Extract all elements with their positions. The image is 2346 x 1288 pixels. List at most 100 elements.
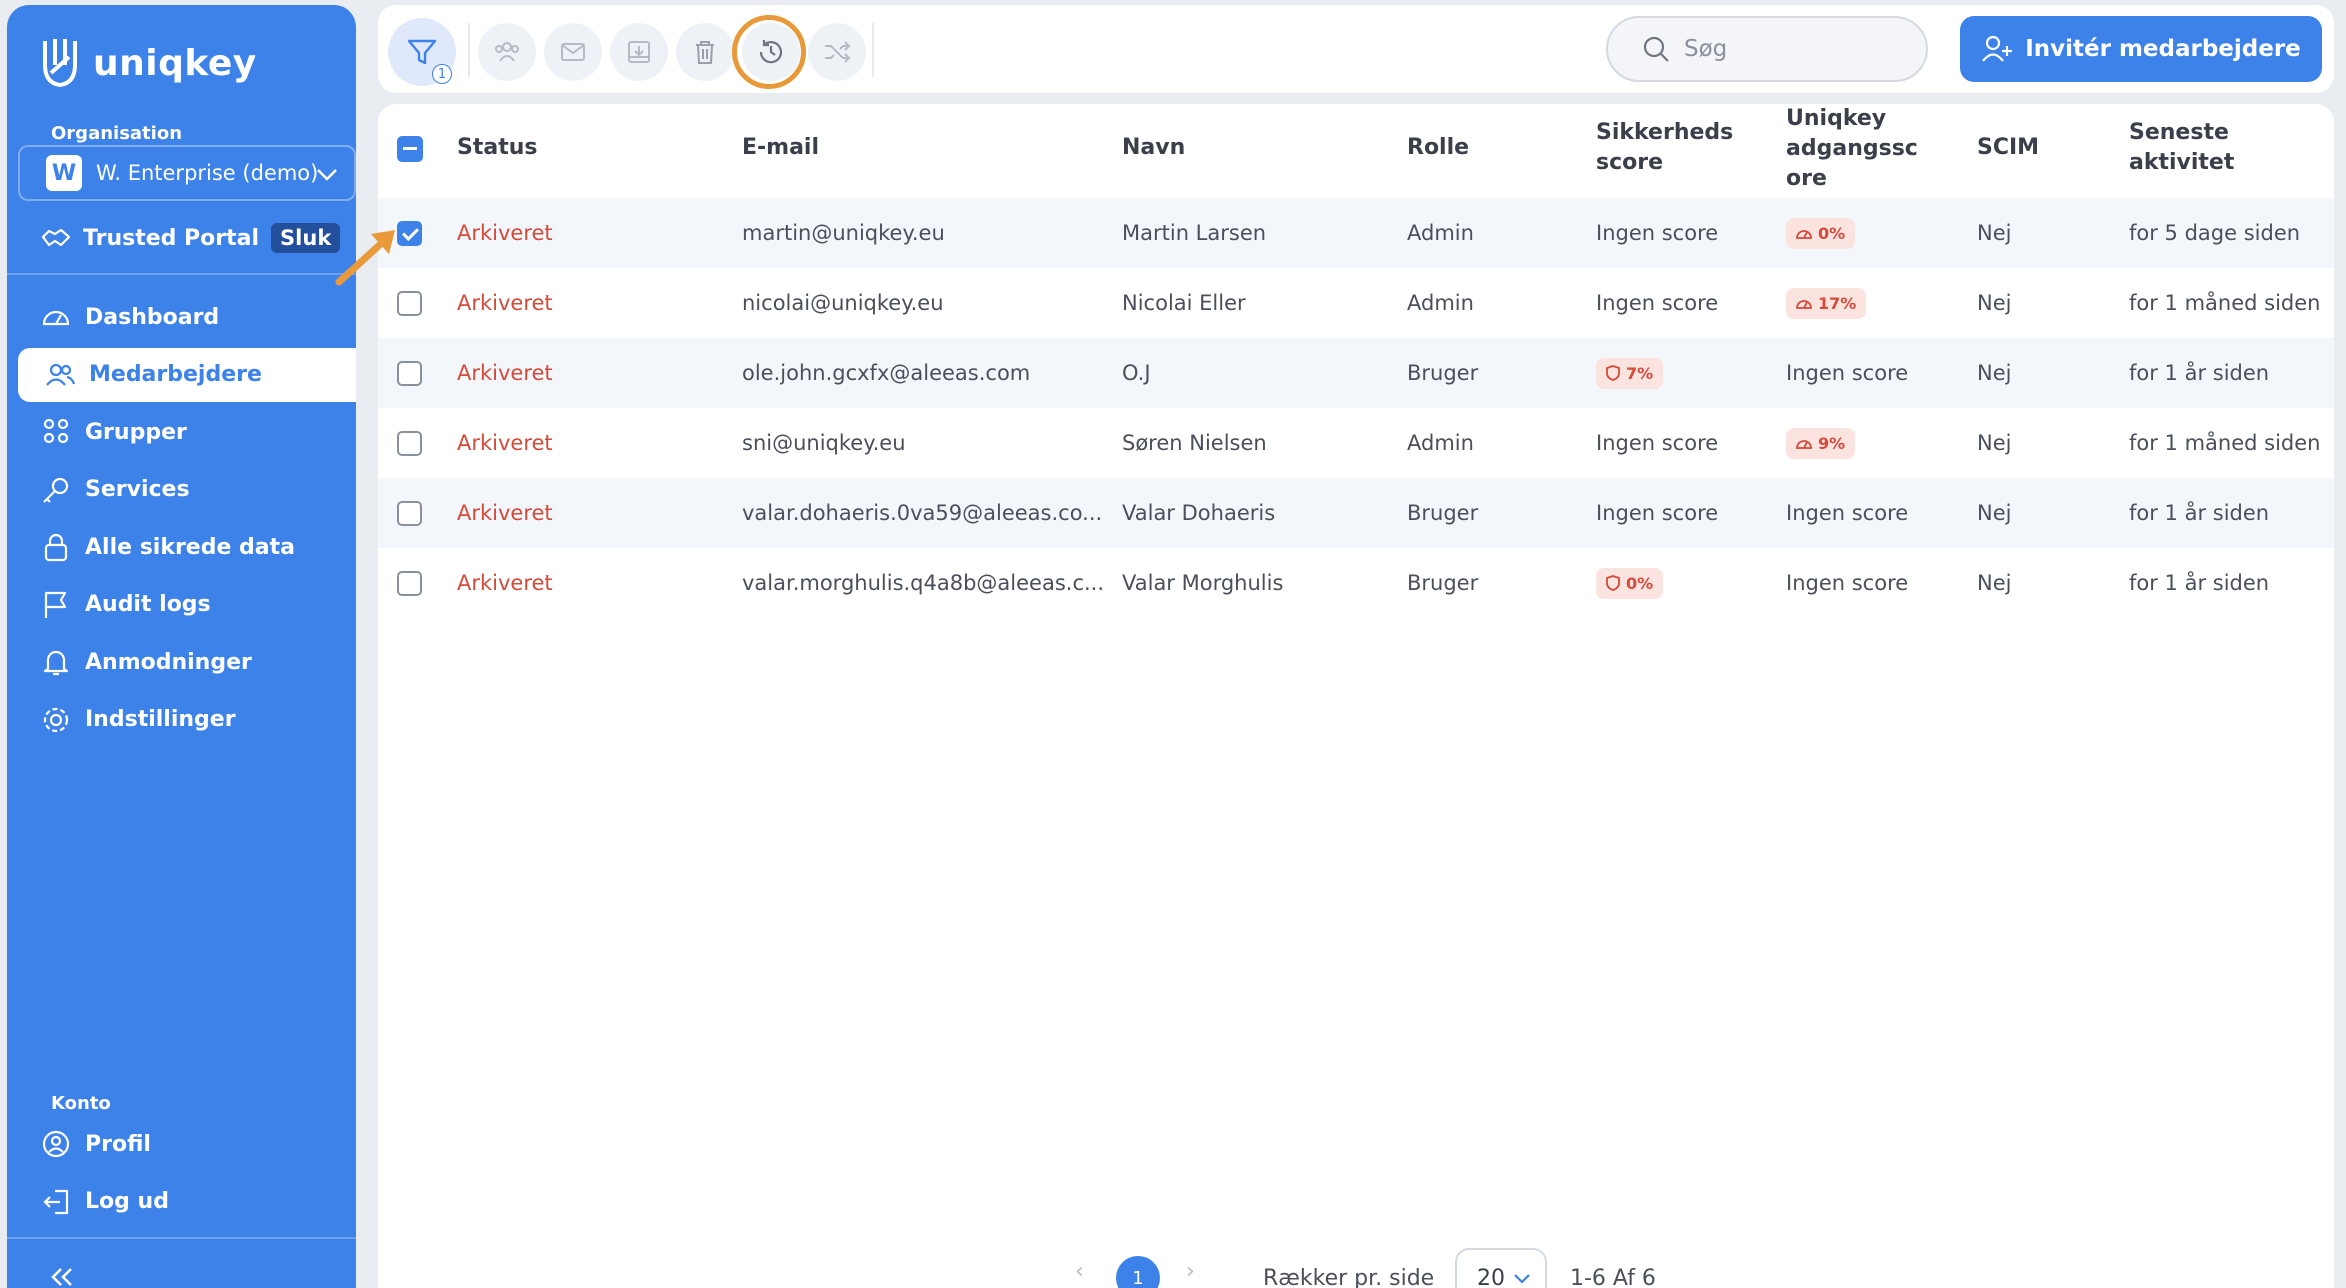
- row-checkbox[interactable]: [397, 501, 422, 526]
- table-row[interactable]: Arkiveret valar.morghulis.q4a8b@aleeas.c…: [378, 548, 2334, 618]
- account-label: Konto: [51, 1093, 111, 1114]
- sidebar-item-dashboard[interactable]: Dashboard: [7, 290, 356, 344]
- col-status[interactable]: Status: [457, 133, 537, 163]
- row-status: Arkiveret: [457, 501, 553, 525]
- sidebar-item-anmodninger[interactable]: Anmodninger: [7, 635, 356, 689]
- collapse-sidebar-icon[interactable]: [47, 1265, 77, 1288]
- filter-count-badge: 1: [432, 64, 452, 84]
- table-row[interactable]: Arkiveret ole.john.gcxfx@aleeas.com O.J …: [378, 338, 2334, 408]
- row-security-score: 0%: [1596, 548, 1664, 618]
- row-name: Martin Larsen: [1122, 221, 1267, 245]
- sidebar-item-label: Log ud: [85, 1189, 169, 1214]
- users-icon: [495, 42, 519, 62]
- organisation-select[interactable]: W W. Enterprise (demo): [18, 145, 356, 201]
- invite-employees-label: Invitér medarbejdere: [2025, 36, 2301, 62]
- sidebar-item-profil[interactable]: Profil: [7, 1117, 356, 1171]
- shuffle-icon: [825, 41, 851, 63]
- row-email: valar.dohaeris.0va59@aleeas.co...: [742, 501, 1103, 525]
- col-last-activity[interactable]: Seneste aktivitet: [2129, 118, 2234, 178]
- col-name[interactable]: Navn: [1122, 133, 1185, 163]
- sidebar-item-grupper[interactable]: Grupper: [7, 405, 356, 459]
- row-last-activity: for 1 måned siden: [2129, 291, 2321, 315]
- row-scim: Nej: [1977, 221, 2012, 245]
- sidebar-item-services[interactable]: Services: [7, 463, 356, 517]
- table-header: Status E-mail Navn Rolle Sikkerheds scor…: [378, 104, 2334, 196]
- users-icon: [46, 363, 75, 386]
- score-value: 9%: [1818, 433, 1846, 453]
- col-email[interactable]: E-mail: [742, 133, 819, 163]
- table-row[interactable]: Arkiveret nicolai@uniqkey.eu Nicolai Ell…: [378, 268, 2334, 338]
- organisation-label: Organisation: [51, 123, 183, 144]
- sidebar-item-medarbejdere[interactable]: Medarbejdere: [18, 347, 356, 402]
- col-uniqkey-score[interactable]: Uniqkey adgangssc ore: [1786, 104, 1918, 194]
- row-checkbox[interactable]: [397, 571, 422, 596]
- gauge-icon: [1796, 300, 1812, 309]
- trusted-portal-badge[interactable]: Sluk: [271, 223, 341, 253]
- row-checkbox[interactable]: [397, 431, 422, 456]
- row-scim: Nej: [1977, 571, 2012, 595]
- row-uniqkey-score: Ingen score: [1786, 501, 1909, 525]
- groups-action-button[interactable]: [478, 23, 536, 81]
- score-badge: 0%: [1786, 217, 1856, 249]
- archive-icon: [628, 41, 650, 63]
- filter-icon: [407, 39, 437, 65]
- gauge-icon: [1796, 440, 1812, 449]
- sidebar-item-indstillinger[interactable]: Indstillinger: [7, 693, 356, 747]
- delete-action-button[interactable]: [676, 23, 734, 81]
- row-uniqkey-score: Ingen score: [1786, 571, 1909, 595]
- table-row[interactable]: Arkiveret sni@uniqkey.eu Søren Nielsen A…: [378, 408, 2334, 478]
- email-action-button[interactable]: [544, 23, 602, 81]
- col-uniq-line: ore: [1786, 166, 1827, 191]
- sidebar-divider: [7, 273, 356, 275]
- row-last-activity: for 1 år siden: [2129, 361, 2270, 385]
- sidebar-nav: Dashboard Medarbejdere Grupper Services …: [7, 290, 356, 750]
- row-status: Arkiveret: [457, 291, 553, 315]
- add-user-icon: [1982, 35, 2013, 62]
- col-scim[interactable]: SCIM: [1977, 133, 2039, 163]
- transfer-action-button[interactable]: [808, 23, 866, 81]
- sidebar-item-label: Services: [85, 477, 190, 502]
- score-badge: 9%: [1786, 427, 1856, 459]
- prev-page-icon[interactable]: ‹: [1075, 1259, 1084, 1284]
- sidebar: uniqkey Organisation W W. Enterprise (de…: [7, 5, 356, 1288]
- lock-icon: [44, 533, 68, 562]
- current-page-button[interactable]: 1: [1116, 1256, 1160, 1288]
- row-role: Bruger: [1407, 501, 1479, 525]
- table-row[interactable]: Arkiveret martin@uniqkey.eu Martin Larse…: [378, 198, 2334, 268]
- next-page-icon[interactable]: ›: [1186, 1259, 1195, 1284]
- sidebar-item-alle-sikrede-data[interactable]: Alle sikrede data: [7, 520, 356, 574]
- sidebar-item-label: Alle sikrede data: [85, 534, 296, 560]
- brand-logo[interactable]: uniqkey: [37, 35, 257, 91]
- groups-icon: [43, 418, 69, 444]
- filter-button[interactable]: 1: [388, 18, 456, 86]
- col-activity-line: Seneste: [2129, 120, 2229, 145]
- archive-action-button[interactable]: [610, 23, 668, 81]
- row-name: O.J: [1122, 361, 1151, 385]
- row-security-score: 7%: [1596, 338, 1664, 408]
- trusted-portal-toggle[interactable]: Trusted Portal Sluk: [41, 223, 341, 253]
- invite-employees-button[interactable]: Invitér medarbejdere: [1960, 16, 2322, 82]
- search-icon: [1643, 36, 1669, 62]
- dashboard-icon: [42, 310, 70, 326]
- rows-per-page-select[interactable]: 20: [1455, 1248, 1547, 1288]
- row-security-score: Ingen score: [1596, 501, 1719, 525]
- search-input[interactable]: [1684, 36, 1904, 62]
- col-security-line: Sikkerheds: [1596, 120, 1734, 145]
- row-checkbox[interactable]: [397, 291, 422, 316]
- sidebar-item-audit-logs[interactable]: Audit logs: [7, 578, 356, 632]
- score-value: 17%: [1818, 293, 1857, 313]
- row-uniqkey-score: Ingen score: [1786, 361, 1909, 385]
- row-checkbox[interactable]: [397, 361, 422, 386]
- toolbar: 1 Invitér medarbejdere: [378, 5, 2334, 93]
- row-email: nicolai@uniqkey.eu: [742, 291, 944, 315]
- col-role[interactable]: Rolle: [1407, 133, 1469, 163]
- account-nav: Profil Log ud: [7, 1117, 356, 1232]
- row-security-score: Ingen score: [1596, 431, 1719, 455]
- sidebar-item-label: Anmodninger: [85, 649, 252, 675]
- row-name: Valar Dohaeris: [1122, 501, 1276, 525]
- sidebar-item-log-ud[interactable]: Log ud: [7, 1175, 356, 1229]
- table-row[interactable]: Arkiveret valar.dohaeris.0va59@aleeas.co…: [378, 478, 2334, 548]
- select-all-checkbox[interactable]: [397, 136, 423, 162]
- search-field[interactable]: [1606, 16, 1928, 82]
- col-security-score[interactable]: Sikkerheds score: [1596, 118, 1733, 178]
